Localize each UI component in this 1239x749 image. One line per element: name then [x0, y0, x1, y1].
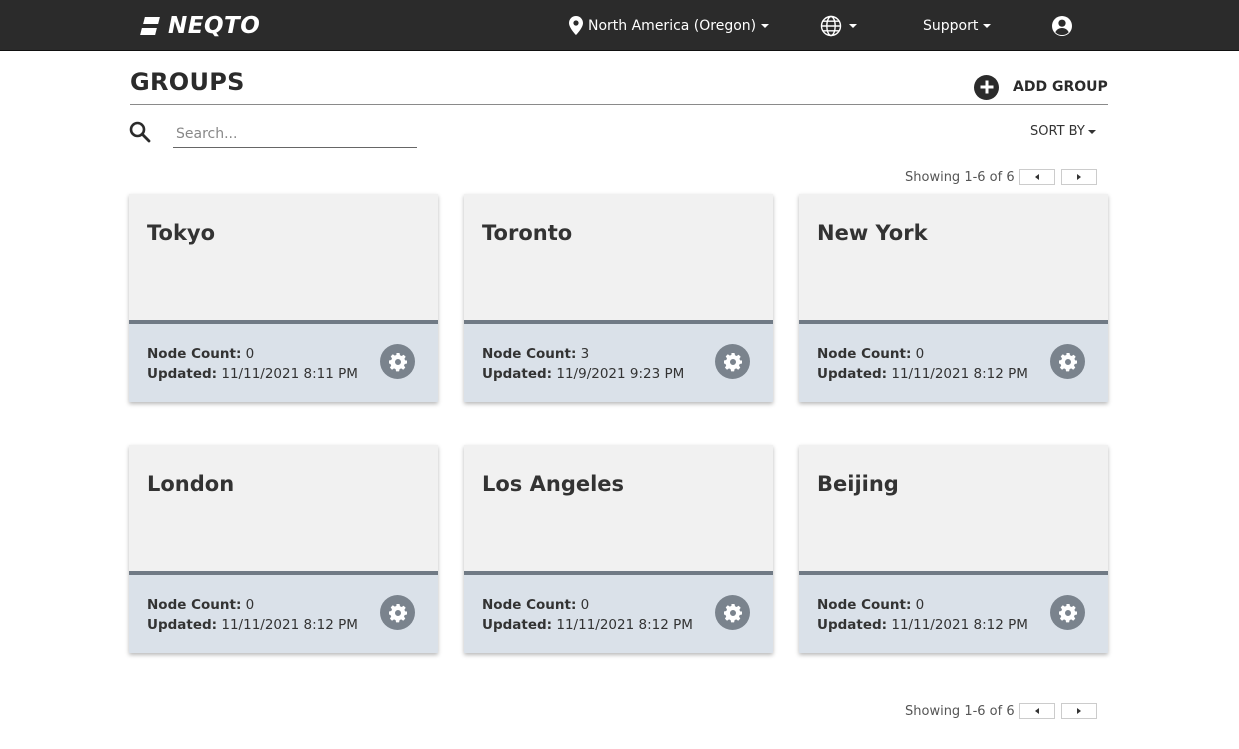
group-name: Beijing	[817, 472, 899, 496]
support-label: Support	[923, 18, 978, 34]
node-count-label: Node Count:	[817, 597, 911, 613]
group-meta: Node Count: 0 Updated: 11/11/2021 8:12 P…	[817, 344, 1028, 384]
node-count-value: 0	[246, 346, 255, 362]
group-settings-button[interactable]	[715, 595, 750, 630]
node-count-value: 0	[246, 597, 255, 613]
gear-icon	[1058, 352, 1078, 372]
chevron-down-icon	[1088, 130, 1096, 134]
header-divider	[130, 104, 1108, 105]
group-settings-button[interactable]	[380, 344, 415, 379]
page-title: GROUPS	[130, 68, 245, 96]
next-page-button[interactable]	[1061, 703, 1097, 719]
node-count-label: Node Count:	[482, 597, 576, 613]
gear-icon	[723, 352, 743, 372]
updated-value: 11/11/2021 8:12 PM	[556, 617, 693, 633]
group-card-footer: Node Count: 0 Updated: 11/11/2021 8:12 P…	[129, 571, 438, 653]
region-label: North America (Oregon)	[588, 18, 756, 34]
add-group-label: ADD GROUP	[1013, 79, 1108, 95]
group-meta: Node Count: 0 Updated: 11/11/2021 8:11 P…	[147, 344, 358, 384]
node-count-value: 3	[581, 346, 590, 362]
triangle-right-icon	[1077, 708, 1081, 714]
support-dropdown[interactable]: Support	[923, 0, 991, 51]
group-name: Toronto	[482, 221, 572, 245]
chevron-down-icon	[983, 24, 991, 28]
group-card-footer: Node Count: 0 Updated: 11/11/2021 8:12 P…	[799, 320, 1108, 402]
triangle-right-icon	[1077, 174, 1081, 180]
group-card[interactable]: Beijing Node Count: 0 Updated: 11/11/202…	[799, 445, 1108, 653]
sort-by-label: SORT BY	[1030, 124, 1085, 139]
logo-mark-icon	[140, 15, 160, 37]
node-count-value: 0	[916, 346, 925, 362]
gear-icon	[1058, 603, 1078, 623]
updated-label: Updated:	[482, 617, 552, 633]
add-group-button[interactable]: ADD GROUP	[974, 74, 1108, 100]
pagination-status: Showing 1-6 of 6	[905, 170, 1015, 185]
group-meta: Node Count: 0 Updated: 11/11/2021 8:12 P…	[817, 595, 1028, 635]
group-name: New York	[817, 221, 928, 245]
node-count-label: Node Count:	[147, 597, 241, 613]
previous-page-button[interactable]	[1019, 169, 1055, 185]
triangle-left-icon	[1035, 708, 1039, 714]
group-card[interactable]: Tokyo Node Count: 0 Updated: 11/11/2021 …	[129, 194, 438, 402]
updated-value: 11/11/2021 8:11 PM	[221, 366, 358, 382]
updated-value: 11/9/2021 9:23 PM	[556, 366, 684, 382]
updated-value: 11/11/2021 8:12 PM	[891, 366, 1028, 382]
group-card-footer: Node Count: 3 Updated: 11/9/2021 9:23 PM	[464, 320, 773, 402]
next-page-button[interactable]	[1061, 169, 1097, 185]
triangle-left-icon	[1035, 174, 1039, 180]
group-meta: Node Count: 0 Updated: 11/11/2021 8:12 P…	[482, 595, 693, 635]
pagination-status: Showing 1-6 of 6	[905, 704, 1015, 719]
updated-label: Updated:	[482, 366, 552, 382]
group-name: Tokyo	[147, 221, 215, 245]
group-name: Los Angeles	[482, 472, 624, 496]
plus-circle-icon	[974, 75, 999, 100]
chevron-down-icon	[849, 24, 857, 28]
node-count-label: Node Count:	[147, 346, 241, 362]
globe-icon	[820, 15, 842, 37]
group-card-footer: Node Count: 0 Updated: 11/11/2021 8:12 P…	[799, 571, 1108, 653]
updated-label: Updated:	[817, 617, 887, 633]
node-count-value: 0	[916, 597, 925, 613]
group-card-footer: Node Count: 0 Updated: 11/11/2021 8:11 P…	[129, 320, 438, 402]
user-menu[interactable]	[1051, 0, 1073, 51]
group-card-footer: Node Count: 0 Updated: 11/11/2021 8:12 P…	[464, 571, 773, 653]
gear-icon	[388, 603, 408, 623]
search-icon	[129, 121, 151, 143]
pagination-top: Showing 1-6 of 6	[905, 168, 1097, 186]
pagination-bottom: Showing 1-6 of 6	[905, 702, 1097, 720]
language-dropdown[interactable]	[820, 0, 857, 51]
gear-icon	[723, 603, 743, 623]
search-input[interactable]	[173, 121, 417, 148]
group-card[interactable]: New York Node Count: 0 Updated: 11/11/20…	[799, 194, 1108, 402]
updated-label: Updated:	[147, 366, 217, 382]
group-settings-button[interactable]	[1050, 344, 1085, 379]
group-card[interactable]: Los Angeles Node Count: 0 Updated: 11/11…	[464, 445, 773, 653]
group-card[interactable]: Toronto Node Count: 3 Updated: 11/9/2021…	[464, 194, 773, 402]
updated-label: Updated:	[817, 366, 887, 382]
updated-label: Updated:	[147, 617, 217, 633]
gear-icon	[388, 352, 408, 372]
previous-page-button[interactable]	[1019, 703, 1055, 719]
logo-text: NEQTO	[168, 13, 260, 39]
group-meta: Node Count: 3 Updated: 11/9/2021 9:23 PM	[482, 344, 684, 384]
group-settings-button[interactable]	[715, 344, 750, 379]
updated-value: 11/11/2021 8:12 PM	[221, 617, 358, 633]
group-settings-button[interactable]	[380, 595, 415, 630]
group-card[interactable]: London Node Count: 0 Updated: 11/11/2021…	[129, 445, 438, 653]
sort-by-dropdown[interactable]: SORT BY	[1030, 124, 1096, 139]
group-settings-button[interactable]	[1050, 595, 1085, 630]
user-circle-icon	[1051, 15, 1073, 37]
updated-value: 11/11/2021 8:12 PM	[891, 617, 1028, 633]
node-count-label: Node Count:	[482, 346, 576, 362]
node-count-label: Node Count:	[817, 346, 911, 362]
chevron-down-icon	[761, 24, 769, 28]
node-count-value: 0	[581, 597, 590, 613]
top-navbar: NEQTO North America (Oregon) Support	[0, 0, 1239, 51]
group-meta: Node Count: 0 Updated: 11/11/2021 8:12 P…	[147, 595, 358, 635]
group-name: London	[147, 472, 234, 496]
map-pin-icon	[569, 16, 583, 35]
region-dropdown[interactable]: North America (Oregon)	[569, 0, 769, 51]
neqto-logo[interactable]: NEQTO	[140, 14, 260, 38]
